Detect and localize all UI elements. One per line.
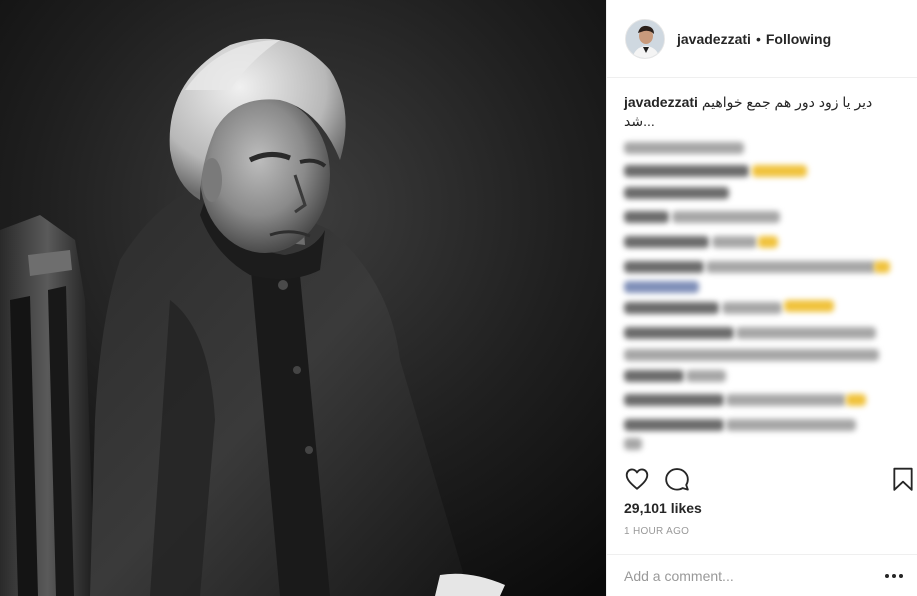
- blurred-comment: [624, 187, 729, 199]
- avatar[interactable]: [625, 18, 665, 59]
- blurred-emoji: [784, 300, 834, 312]
- blurred-comment: [624, 349, 879, 361]
- blurred-comment: [624, 370, 684, 382]
- blurred-comment: [736, 327, 876, 339]
- post-sidebar: javadezzati • Following javadezzati دیر …: [606, 0, 917, 596]
- header-separator: •: [755, 30, 761, 47]
- post-timestamp: 1 HOUR AGO: [624, 526, 690, 537]
- post-actions: [607, 462, 917, 496]
- blurred-comment: [712, 236, 757, 248]
- add-comment-input[interactable]: [624, 567, 874, 584]
- comments-list: [624, 140, 900, 450]
- blurred-comment: [686, 370, 726, 382]
- blurred-comment: [624, 236, 709, 248]
- post-photo-image: [0, 0, 606, 596]
- post-caption: javadezzati دیر یا زود دور هم جمع خواهیم…: [624, 93, 894, 131]
- blurred-emoji: [752, 165, 807, 177]
- likes-count[interactable]: 29,101 likes: [624, 500, 702, 516]
- blurred-comment: [624, 211, 669, 223]
- blurred-emoji: [758, 236, 778, 248]
- add-comment-bar: [607, 554, 917, 596]
- blurred-comment: [672, 211, 780, 223]
- blurred-comment: [706, 261, 876, 273]
- blurred-comment: [624, 327, 734, 339]
- heart-outline-icon[interactable]: [624, 466, 650, 492]
- blurred-comment: [624, 438, 642, 450]
- blurred-comment: [726, 394, 846, 406]
- blurred-comment: [624, 165, 749, 177]
- blurred-emoji: [874, 261, 890, 273]
- caption-text: دیر یا زود دور هم جمع خواهیم: [701, 94, 873, 110]
- blurred-comment: [624, 281, 699, 293]
- blurred-comment: [624, 142, 744, 154]
- caption-text-line2: شد...: [624, 113, 655, 129]
- following-button[interactable]: Following: [766, 31, 831, 47]
- blurred-comment: [722, 302, 782, 314]
- speech-bubble-icon[interactable]: [664, 466, 690, 492]
- blurred-comment: [624, 261, 704, 273]
- ellipsis-icon[interactable]: [884, 569, 904, 583]
- post-header: javadezzati • Following: [607, 0, 917, 78]
- post-photo[interactable]: [0, 0, 606, 596]
- blurred-comment: [726, 419, 856, 431]
- avatar-image: [626, 19, 664, 58]
- blurred-comment: [624, 394, 724, 406]
- caption-username[interactable]: javadezzati: [624, 94, 698, 110]
- bookmark-icon[interactable]: [890, 466, 916, 492]
- blurred-comment: [624, 302, 719, 314]
- blurred-comment: [624, 419, 724, 431]
- blurred-emoji: [846, 394, 866, 406]
- header-username[interactable]: javadezzati: [677, 31, 751, 47]
